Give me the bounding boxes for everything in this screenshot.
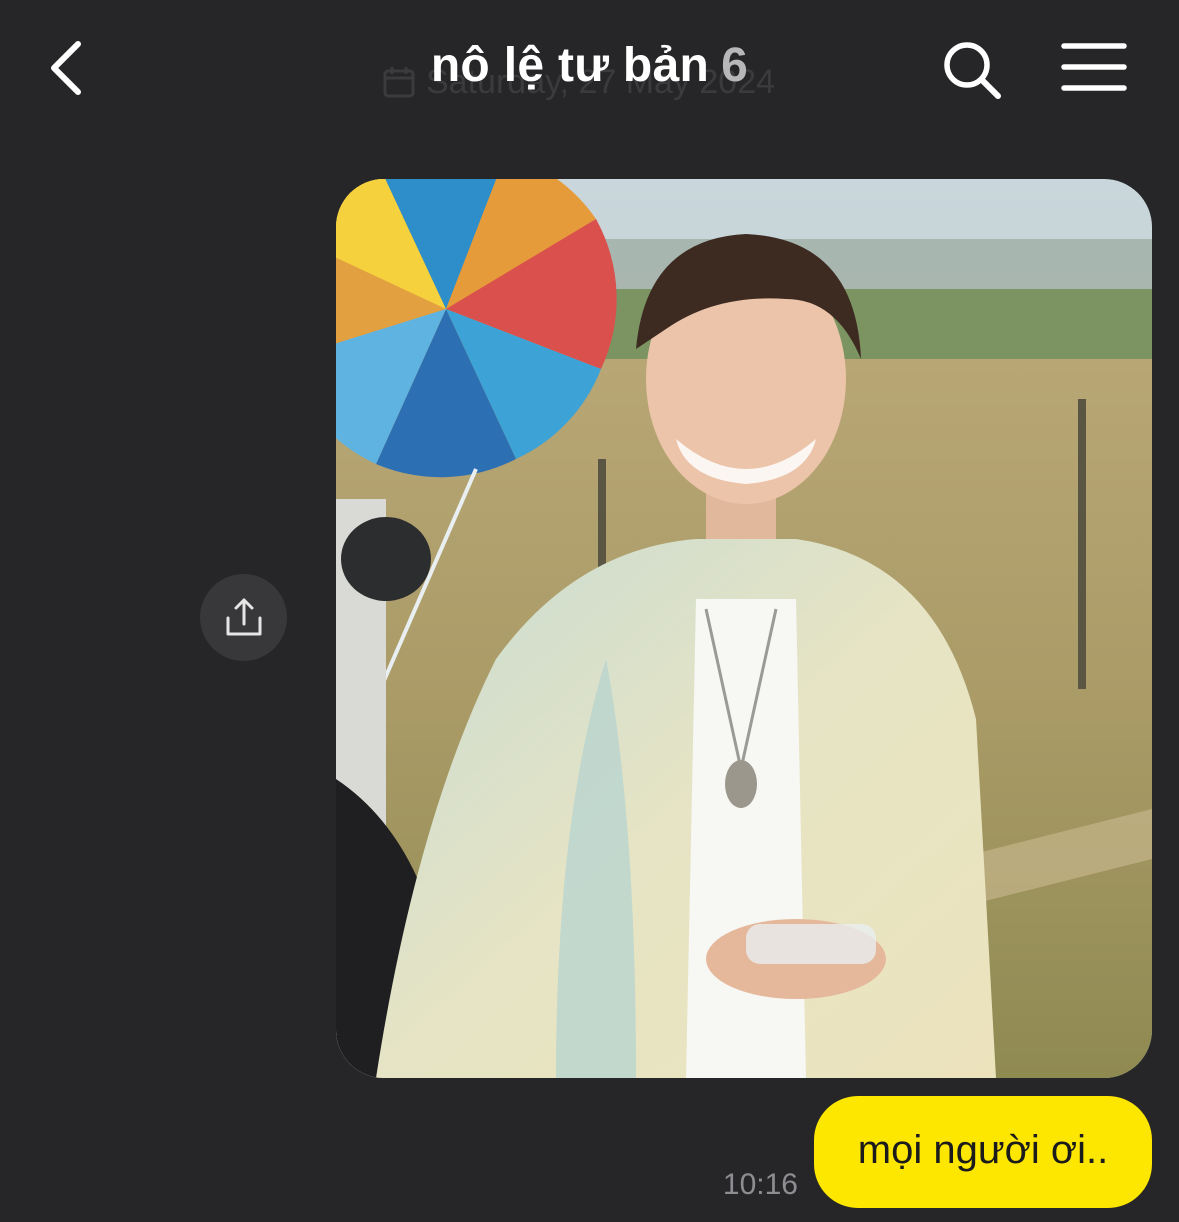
member-count: 6 [721,39,749,92]
image-message[interactable] [336,179,1152,1078]
share-upload-icon [226,598,261,635]
photo [336,179,1152,1078]
message-text: mọi người ơi.. [857,1127,1109,1172]
chat-title: nô lệ tư bản 6 [0,38,1179,93]
chat-screen: Saturday, 27 May 2024 nô lệ tư bản 6 mọi… [0,0,1179,1222]
message-bubble[interactable]: mọi người ơi.. [814,1096,1152,1208]
share-button[interactable] [200,574,287,661]
chat-header: Saturday, 27 May 2024 nô lệ tư bản 6 [0,0,1179,140]
message-timestamp: 10:16 [722,1168,798,1201]
chat-name: nô lệ tư bản [430,39,710,92]
